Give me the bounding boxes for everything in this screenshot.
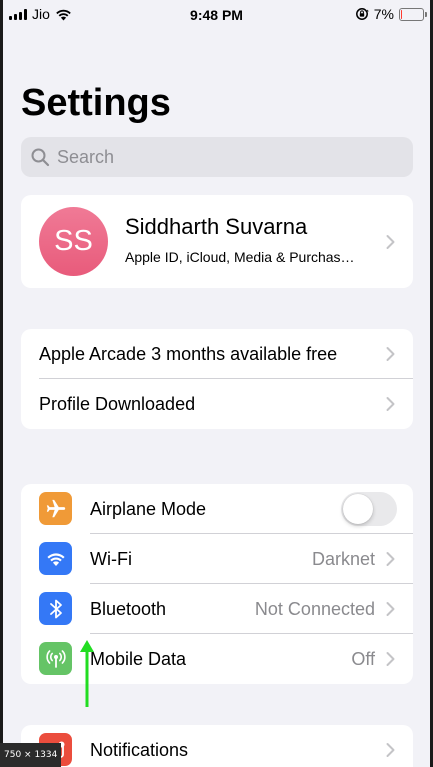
- notifications-group: Notifications: [21, 725, 413, 767]
- airplane-icon: [39, 492, 72, 525]
- row-label: Wi-Fi: [90, 549, 132, 569]
- wifi-network-name: Darknet: [311, 549, 375, 569]
- row-label: Notifications: [90, 740, 189, 760]
- wifi-row[interactable]: Wi-Fi Darknet: [21, 534, 413, 584]
- image-size-badge: 750 × 1334: [0, 743, 62, 767]
- orientation-lock-icon: [355, 8, 369, 20]
- battery-percent: 7%: [373, 6, 394, 22]
- chevron-right-icon: [386, 743, 395, 758]
- battery-level: [401, 9, 402, 19]
- chevron-right-icon: [386, 397, 395, 412]
- bluetooth-row[interactable]: Bluetooth Not Connected: [21, 584, 413, 634]
- airplane-mode-toggle[interactable]: [341, 492, 397, 526]
- mobile-data-status: Off: [351, 649, 375, 669]
- notifications-row[interactable]: Notifications: [21, 725, 413, 767]
- row-label: Mobile Data: [90, 649, 187, 669]
- chevron-right-icon: [386, 602, 395, 617]
- toggle-knob: [343, 494, 373, 524]
- page-title: Settings: [21, 82, 171, 124]
- chevron-right-icon: [386, 234, 395, 249]
- antenna-icon: [39, 642, 72, 675]
- airplane-mode-row: Airplane Mode: [21, 484, 413, 534]
- search-input[interactable]: Search: [21, 137, 413, 177]
- apple-id-profile-row[interactable]: SS Siddharth Suvarna Apple ID, iCloud, M…: [21, 195, 413, 288]
- settings-screen: Jio 9:48 PM 7% Settings Search SS Siddha…: [3, 0, 430, 767]
- apple-arcade-offer-row[interactable]: Apple Arcade 3 months available free: [21, 329, 413, 379]
- chevron-right-icon: [386, 347, 395, 362]
- battery-icon: [399, 7, 427, 21]
- status-right: 7%: [355, 6, 427, 22]
- annotation-arrow-icon: [80, 640, 94, 707]
- avatar: SS: [39, 207, 108, 276]
- row-label: Profile Downloaded: [39, 394, 196, 414]
- chevron-right-icon: [386, 552, 395, 567]
- bluetooth-icon: [39, 592, 72, 625]
- row-label: Apple Arcade 3 months available free: [39, 344, 338, 364]
- profile-downloaded-row[interactable]: Profile Downloaded: [21, 379, 413, 429]
- search-placeholder: Search: [57, 146, 115, 167]
- row-label: Airplane Mode: [90, 499, 207, 519]
- chevron-right-icon: [386, 652, 395, 667]
- promo-group: Apple Arcade 3 months available free Pro…: [21, 329, 413, 429]
- profile-name: Siddharth Suvarna: [125, 214, 308, 239]
- bluetooth-status: Not Connected: [254, 599, 375, 619]
- search-icon: [30, 147, 50, 167]
- status-bar: Jio 9:48 PM 7%: [3, 0, 430, 30]
- wifi-icon: [39, 542, 72, 575]
- row-label: Bluetooth: [90, 599, 167, 619]
- profile-subtitle: Apple ID, iCloud, Media & Purchas…: [125, 249, 355, 265]
